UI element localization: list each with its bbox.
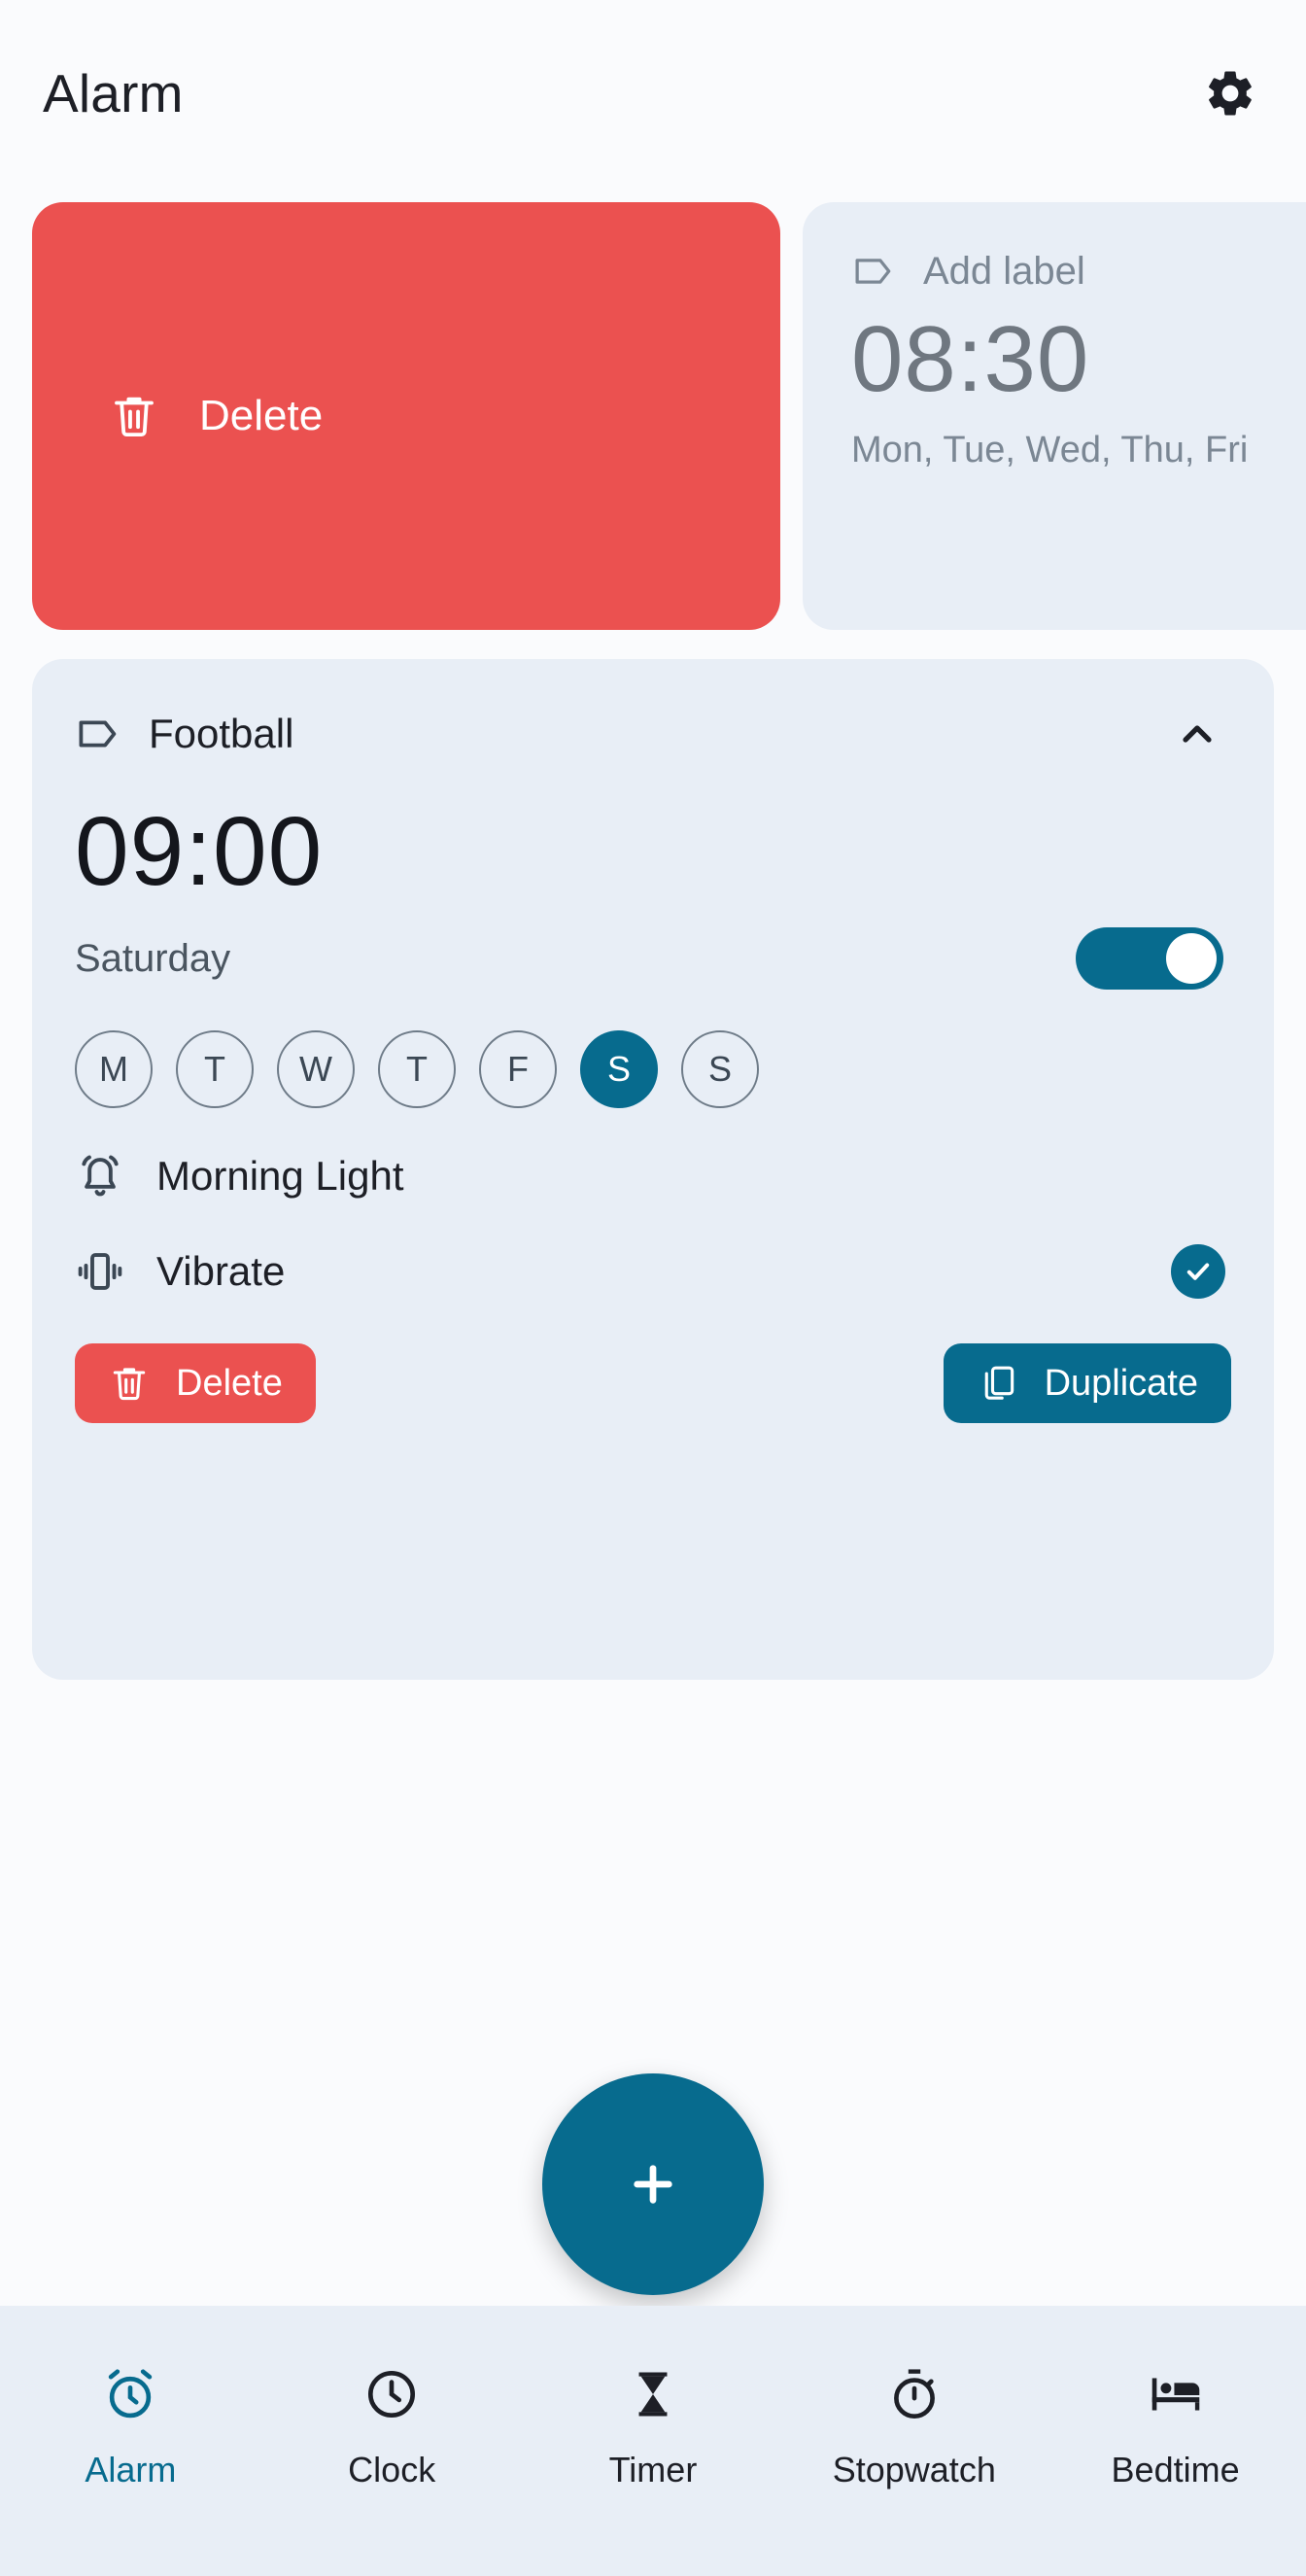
day-letter: S <box>707 1049 732 1089</box>
stopwatch-icon <box>893 2369 935 2419</box>
plus-icon <box>634 2165 672 2204</box>
trash-icon <box>113 1368 146 1401</box>
toggle-knob <box>1166 933 1217 984</box>
alarm-label: Football <box>149 711 294 756</box>
tag-icon <box>79 720 117 748</box>
day-toggle-tuesday[interactable]: T <box>176 1030 254 1108</box>
day-toggle-sunday[interactable]: S <box>681 1030 759 1108</box>
nav-label-stopwatch: Stopwatch <box>832 2450 996 2489</box>
hourglass-icon <box>638 2372 668 2417</box>
day-letter: T <box>406 1049 428 1089</box>
bottom-navigation: Alarm Clock Timer Stopwatch Bedtime <box>0 2306 1306 2576</box>
day-toggle-thursday[interactable]: T <box>378 1030 456 1108</box>
tag-icon <box>855 259 891 284</box>
alarm-days-summary: Mon, Tue, Wed, Thu, Fri <box>851 429 1249 470</box>
alarm-clock-icon <box>109 2369 153 2419</box>
day-toggle-wednesday[interactable]: W <box>277 1030 355 1108</box>
alarm-bell-icon <box>82 1155 119 1197</box>
trash-icon <box>115 397 154 437</box>
day-selector: M T W T F S S <box>75 1030 1231 1108</box>
nav-item-stopwatch[interactable]: Stopwatch <box>783 2364 1045 2490</box>
nav-item-bedtime[interactable]: Bedtime <box>1045 2364 1306 2490</box>
delete-button-label: Delete <box>176 1362 283 1404</box>
alarm-card-football[interactable]: Football 09:00 Saturday M T W T F S S Mo… <box>32 659 1274 1680</box>
ringtone-row[interactable]: Morning Light <box>75 1151 1231 1201</box>
day-letter: S <box>606 1049 631 1089</box>
nav-label-timer: Timer <box>608 2450 698 2489</box>
alarm-action-buttons: Delete Duplicate <box>75 1343 1231 1423</box>
vibrate-icon <box>78 1253 122 1290</box>
day-letter: T <box>204 1049 225 1089</box>
chevron-up-icon <box>1183 725 1212 743</box>
alarm-days-summary: Saturday <box>75 936 231 980</box>
alarm-enable-row: Saturday <box>75 927 1231 990</box>
day-letter: W <box>299 1049 332 1089</box>
gear-icon <box>1209 71 1252 116</box>
alarm-label: Add label <box>923 249 1085 293</box>
delete-button[interactable]: Delete <box>75 1343 316 1423</box>
nav-label-clock: Clock <box>348 2450 436 2489</box>
nav-item-timer[interactable]: Timer <box>523 2364 784 2490</box>
swipe-delete-action[interactable]: Delete <box>32 202 780 630</box>
ringtone-left: Morning Light <box>75 1151 403 1201</box>
bed-icon <box>1151 2378 1199 2411</box>
day-toggle-friday[interactable]: F <box>479 1030 557 1108</box>
day-letter: F <box>507 1049 529 1089</box>
duplicate-button-label: Duplicate <box>1044 1362 1198 1404</box>
page-title: Alarm <box>43 63 184 123</box>
day-toggle-saturday[interactable]: S <box>580 1030 658 1108</box>
alarm-time[interactable]: 09:00 <box>75 799 1231 904</box>
alarm-time: 08:30 <box>851 307 1090 411</box>
app-header: Alarm <box>0 0 1306 187</box>
duplicate-button[interactable]: Duplicate <box>943 1343 1231 1423</box>
copy-icon <box>984 1366 1014 1400</box>
day-toggle-monday[interactable]: M <box>75 1030 153 1108</box>
alarm-app-screen: Alarm Delete Add label 08:30 Mon, Tue, W… <box>0 0 1306 2576</box>
vibrate-row[interactable]: Vibrate <box>75 1244 1231 1299</box>
vibrate-left: Vibrate <box>75 1246 285 1297</box>
nav-item-alarm[interactable]: Alarm <box>0 2364 261 2490</box>
alarm-card-header: Football <box>75 700 1231 768</box>
collapse-button[interactable] <box>1163 700 1231 768</box>
nav-label-bedtime: Bedtime <box>1111 2450 1240 2489</box>
alarm-enabled-toggle[interactable] <box>1076 927 1223 990</box>
ringtone-label: Morning Light <box>156 1153 404 1199</box>
vibrate-checkbox[interactable] <box>1171 1244 1225 1299</box>
alarm-label-row[interactable]: Add label <box>851 249 1306 294</box>
nav-item-clock[interactable]: Clock <box>261 2364 523 2490</box>
vibrate-label: Vibrate <box>156 1248 286 1294</box>
day-letter: M <box>99 1049 128 1089</box>
clock-icon <box>368 2370 416 2419</box>
add-alarm-fab[interactable] <box>542 2073 764 2295</box>
alarm-card-0830[interactable]: Add label 08:30 Mon, Tue, Wed, Thu, Fri <box>803 202 1306 630</box>
swipe-delete-label: Delete <box>199 392 324 439</box>
check-icon <box>1186 1263 1210 1280</box>
settings-button[interactable] <box>1195 58 1265 128</box>
alarm-label-row[interactable]: Football <box>75 711 293 757</box>
alarm-swipe-row: Delete Add label 08:30 Mon, Tue, Wed, Th… <box>0 202 1306 630</box>
nav-label-alarm: Alarm <box>85 2450 177 2489</box>
